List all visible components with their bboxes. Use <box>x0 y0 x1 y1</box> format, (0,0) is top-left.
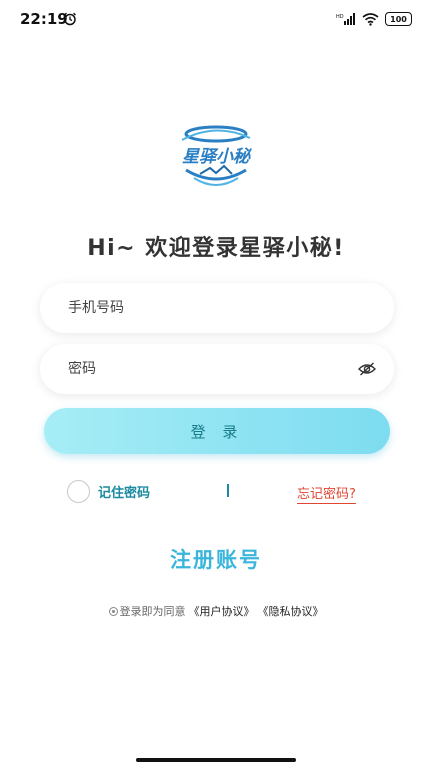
privacy-agreement-link[interactable]: 《隐私协议》 <box>258 603 324 619</box>
forgot-password-link[interactable]: 忘记密码? <box>297 483 356 504</box>
battery-icon: 100 <box>385 12 412 26</box>
agreement: 登录即为同意 《用户协议》 《隐私协议》 <box>0 603 432 619</box>
eye-off-icon[interactable] <box>358 361 376 377</box>
battery-level: 100 <box>390 14 407 24</box>
phone-input[interactable] <box>68 300 366 316</box>
alarm-icon <box>64 12 76 26</box>
home-indicator <box>136 758 296 762</box>
password-input[interactable] <box>68 361 366 377</box>
remember-password[interactable]: 记住密码 <box>67 480 150 503</box>
user-agreement-link[interactable]: 《用户协议》 <box>189 603 255 619</box>
remember-label: 记住密码 <box>98 486 151 501</box>
status-icons: HD 100 <box>336 12 412 26</box>
phone-field[interactable] <box>40 283 394 333</box>
register-link[interactable]: 注册账号 <box>0 544 432 574</box>
wifi-icon <box>362 13 379 26</box>
svg-text:HD: HD <box>336 14 344 20</box>
divider <box>227 484 229 497</box>
login-button[interactable]: 登 录 <box>44 408 390 454</box>
app-logo: 星驿小秘 <box>181 125 253 186</box>
status-bar: 22:19 HD 100 <box>0 0 432 40</box>
agreement-radio-icon[interactable] <box>108 606 118 616</box>
status-time: 22:19 <box>20 10 68 28</box>
remember-checkbox[interactable] <box>67 480 90 503</box>
password-field[interactable] <box>40 344 394 394</box>
signal-icon: HD <box>336 13 355 25</box>
welcome-title: Hi~ 欢迎登录星驿小秘! <box>87 236 345 261</box>
svg-text:星驿小秘: 星驿小秘 <box>182 147 253 167</box>
agreement-prefix: 登录即为同意 <box>119 605 186 618</box>
